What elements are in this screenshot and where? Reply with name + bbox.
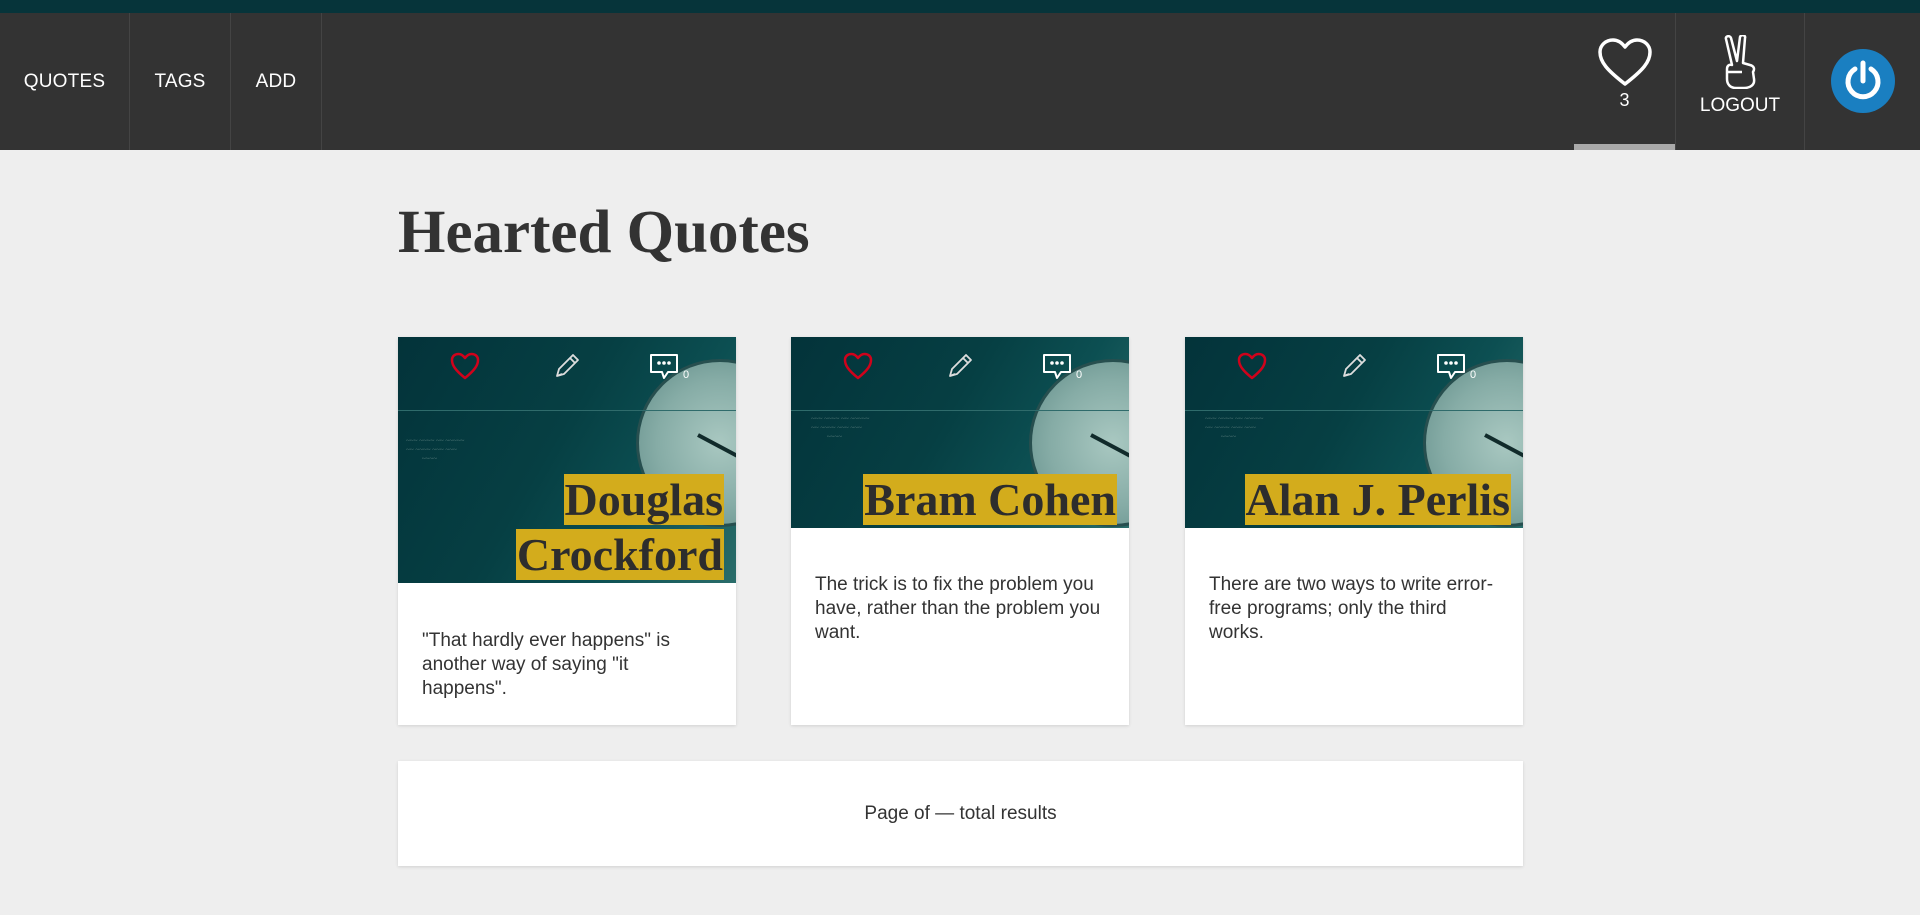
nav-logout-button[interactable]: LOGOUT — [1675, 13, 1805, 150]
comments-button[interactable] — [1041, 352, 1073, 387]
comments-button[interactable] — [648, 352, 680, 387]
edit-button[interactable] — [946, 352, 974, 385]
quote-card: ~~~ ~~~~ ~~ ~~~~~~~ ~~~~ ~~~ ~~~ ~~~~ 0 — [791, 337, 1129, 725]
logout-label: LOGOUT — [1699, 95, 1781, 116]
hearts-count: 3 — [1619, 90, 1630, 110]
handwriting-decoration: ~~~ ~~~~ ~~ ~~~~~ ~~ ~~~~ ~~~ ~~~ ~~~~ — [406, 437, 465, 463]
pencil-icon — [556, 354, 579, 377]
handwriting-decoration: ~~~ ~~~~ ~~ ~~~~~ ~~ ~~~~ ~~~ ~~~ ~~~~ — [811, 415, 870, 441]
main-navbar: QUOTES TAGS ADD 3 LOGOUT — [0, 13, 1920, 150]
heart-button[interactable] — [1237, 352, 1267, 385]
quote-text: There are two ways to write error-free p… — [1209, 574, 1494, 643]
quote-author[interactable]: Alan J. Perlis — [1244, 472, 1511, 527]
quote-card-header: ~~~ ~~~~ ~~ ~~~~~~~ ~~~~ ~~~ ~~~ ~~~~ 0 — [791, 337, 1129, 528]
pagination-summary: Page of — total results — [398, 761, 1523, 866]
comment-icon — [1437, 354, 1465, 379]
author-name-line: Alan J. Perlis — [1244, 474, 1511, 525]
active-tab-indicator — [1574, 144, 1675, 150]
author-name-line: Douglas — [563, 474, 724, 525]
comment-count: 0 — [683, 369, 690, 381]
nav-tags-link[interactable]: TAGS — [130, 13, 231, 150]
nav-hearts-button[interactable]: 3 — [1574, 13, 1675, 150]
page-title: Hearted Quotes — [398, 199, 810, 266]
power-button[interactable] — [1831, 49, 1895, 113]
quote-text: "That hardly ever happens" is another wa… — [422, 630, 670, 699]
heart-button[interactable] — [843, 352, 873, 385]
power-icon — [1845, 60, 1881, 100]
nav-links: QUOTES TAGS ADD — [0, 13, 322, 150]
peace-hand-icon — [1724, 35, 1756, 89]
pencil-icon — [1343, 354, 1366, 377]
edit-button[interactable] — [553, 352, 581, 385]
quote-card-header: ~~~ ~~~~ ~~ ~~~~~~~ ~~~~ ~~~ ~~~ ~~~~ 0 — [398, 337, 736, 583]
nav-quotes-link[interactable]: QUOTES — [0, 13, 130, 150]
heart-button[interactable] — [450, 352, 480, 385]
comment-icon — [1043, 354, 1071, 379]
quote-text: The trick is to fix the problem you have… — [815, 574, 1101, 643]
edit-button[interactable] — [1340, 352, 1368, 385]
nav-add-link[interactable]: ADD — [231, 13, 322, 150]
quote-author[interactable]: Douglas Crockford — [494, 472, 724, 582]
heart-outline-icon — [1597, 38, 1652, 86]
heart-icon — [843, 352, 873, 380]
handwriting-decoration: ~~~ ~~~~ ~~ ~~~~~ ~~ ~~~~ ~~~ ~~~ ~~~~ — [1205, 415, 1264, 441]
quote-card: ~~~ ~~~~ ~~ ~~~~~~~ ~~~~ ~~~ ~~~ ~~~~ 0 — [1185, 337, 1523, 725]
quote-card-header: ~~~ ~~~~ ~~ ~~~~~~~ ~~~~ ~~~ ~~~ ~~~~ 0 — [1185, 337, 1523, 528]
top-accent-strip — [0, 0, 1920, 13]
heart-icon — [450, 352, 480, 380]
author-name-line: Bram Cohen — [863, 474, 1117, 525]
heart-icon — [1237, 352, 1267, 380]
quote-card-actions: 0 — [791, 337, 1129, 411]
quote-author[interactable]: Bram Cohen — [863, 472, 1117, 527]
pencil-icon — [949, 354, 972, 377]
quote-card: ~~~ ~~~~ ~~ ~~~~~~~ ~~~~ ~~~ ~~~ ~~~~ 0 — [398, 337, 736, 725]
comment-icon — [650, 354, 678, 379]
comments-button[interactable] — [1435, 352, 1467, 387]
quote-card-actions: 0 — [398, 337, 736, 411]
comment-count: 0 — [1470, 369, 1477, 381]
comment-count: 0 — [1076, 369, 1083, 381]
quote-card-actions: 0 — [1185, 337, 1523, 411]
author-name-line: Crockford — [515, 529, 724, 580]
